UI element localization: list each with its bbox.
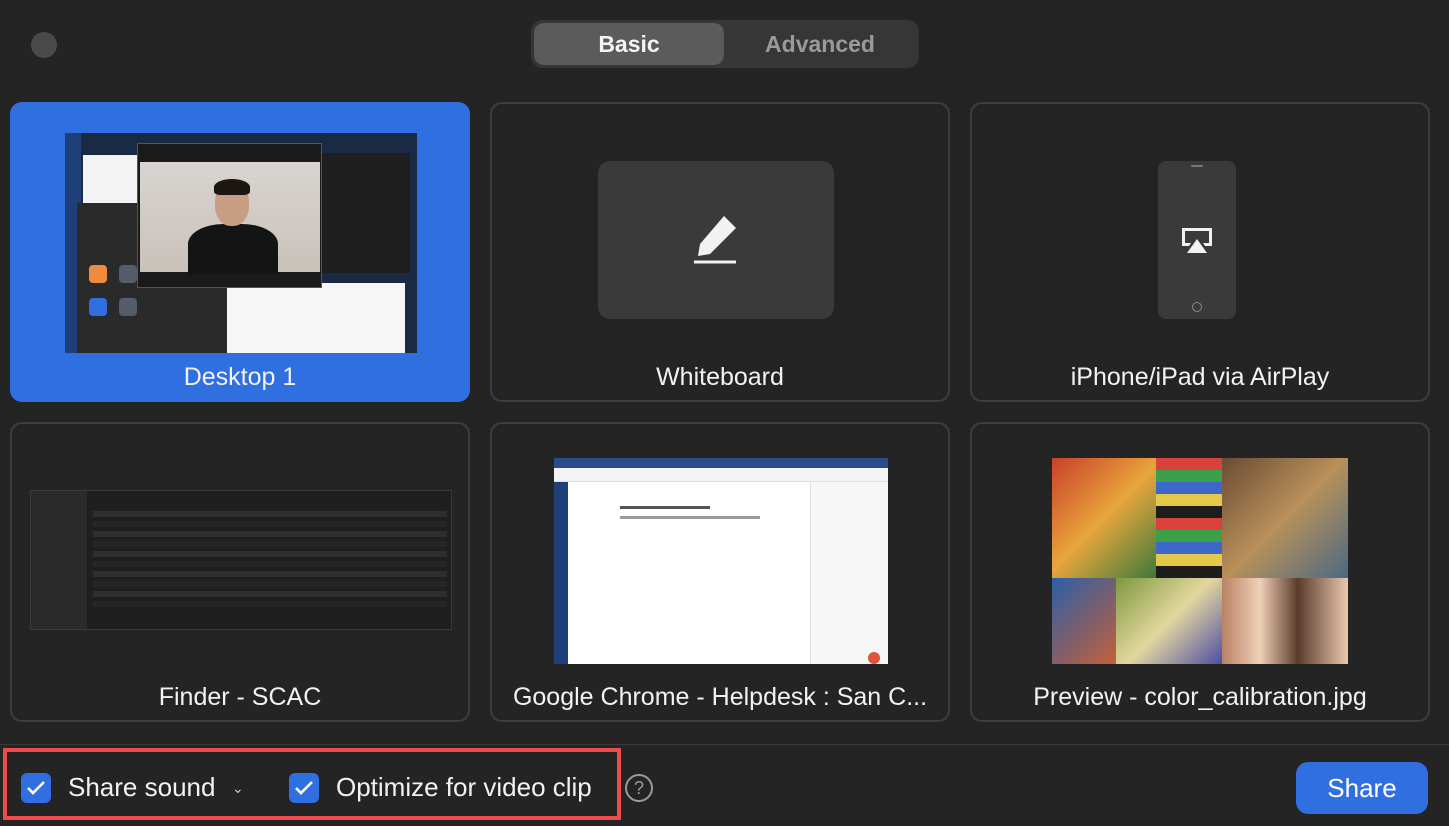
optimize-video-checkbox[interactable] (289, 773, 319, 803)
source-label: Desktop 1 (183, 363, 297, 391)
airplay-icon (1182, 228, 1212, 253)
finder-thumbnail (30, 490, 452, 630)
share-sound-checkbox[interactable] (21, 773, 51, 803)
optimize-video-label[interactable]: Optimize for video clip (336, 772, 592, 803)
pen-icon (694, 216, 736, 264)
source-tile-chrome[interactable]: Google Chrome - Helpdesk : San C... (490, 422, 950, 722)
chrome-thumbnail (554, 458, 888, 664)
tab-advanced[interactable]: Advanced (724, 23, 916, 65)
window-close-dot[interactable] (31, 32, 57, 58)
share-sound-label[interactable]: Share sound (68, 772, 215, 803)
checkmark-icon (295, 781, 313, 795)
source-tile-whiteboard[interactable]: Whiteboard (490, 102, 950, 402)
bottom-divider (0, 744, 1449, 745)
preview-thumbnail (1052, 458, 1348, 664)
source-tile-airplay[interactable]: iPhone/iPad via AirPlay (970, 102, 1430, 402)
chevron-down-icon[interactable]: ⌄ (232, 780, 244, 797)
source-label: Whiteboard (656, 363, 784, 391)
source-label: iPhone/iPad via AirPlay (1070, 363, 1330, 391)
source-tile-desktop[interactable]: Desktop 1 (10, 102, 470, 402)
tab-basic[interactable]: Basic (534, 23, 724, 65)
source-label: Preview - color_calibration.jpg (1033, 683, 1367, 711)
source-label: Finder - SCAC (158, 683, 322, 711)
share-mode-tabs: Basic Advanced (531, 20, 919, 68)
source-label: Google Chrome - Helpdesk : San C... (512, 683, 928, 711)
iphone-thumbnail (1158, 161, 1236, 319)
source-tile-finder[interactable]: Finder - SCAC (10, 422, 470, 722)
share-button[interactable]: Share (1296, 762, 1428, 814)
desktop-thumbnail (65, 133, 417, 353)
checkmark-icon (27, 781, 45, 795)
source-tile-preview[interactable]: Preview - color_calibration.jpg (970, 422, 1430, 722)
whiteboard-thumbnail (598, 161, 834, 319)
help-icon[interactable]: ? (625, 774, 653, 802)
